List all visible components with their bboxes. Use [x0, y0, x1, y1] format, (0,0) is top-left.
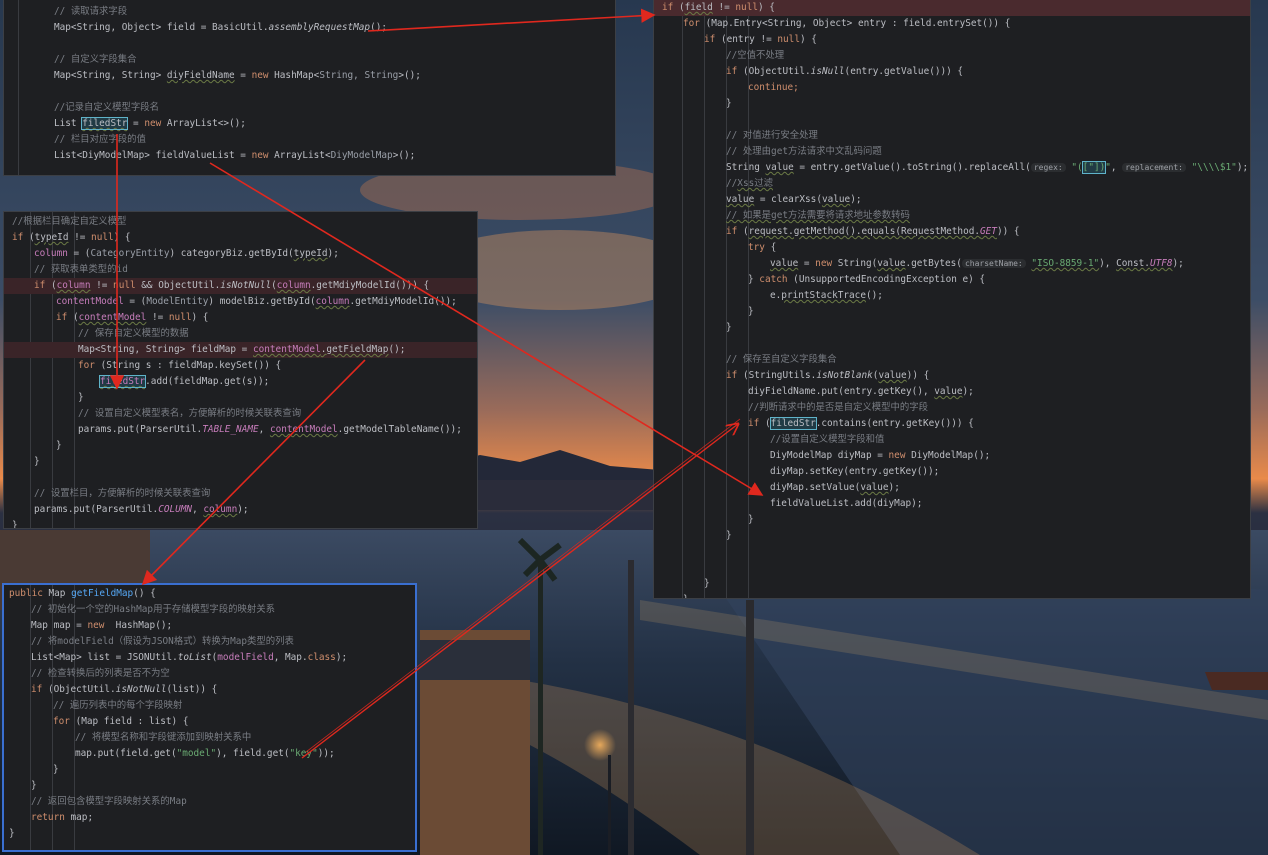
- code-panel-model-lookup: //根据栏目确定自定义模型 if (typeId != null) { colu…: [4, 212, 477, 528]
- code-line: // 将modelField（假设为JSON格式）转换为Map类型的列表: [31, 636, 294, 647]
- code-line: }: [748, 306, 754, 317]
- code-line: List<DiyModelMap> fieldValueList = new A…: [54, 150, 416, 161]
- code-line: // 初始化一个空的HashMap用于存储模型字段的映射关系: [31, 604, 275, 615]
- code-line: if (request.getMethod().equals(RequestMe…: [726, 226, 1020, 237]
- code-line: // 返回包含模型字段映射关系的Map: [31, 796, 187, 807]
- param-hint: replacement:: [1122, 163, 1186, 172]
- code-line: // 对值进行安全处理: [726, 130, 818, 141]
- code-line: if (filedStr.contains(entry.getKey())) {: [748, 417, 974, 430]
- code-line: diyMap.setValue(value);: [770, 482, 900, 493]
- code-line: }: [56, 440, 62, 451]
- filedstr-highlight[interactable]: filedStr: [98, 375, 147, 388]
- code-line: }: [9, 828, 15, 839]
- code-panel-field-loop: if (field != null) { for (Map.Entry<Stri…: [654, 0, 1250, 598]
- code-line: } catch (UnsupportedEncodingException e)…: [748, 274, 986, 285]
- filedstr-highlight[interactable]: filedStr: [769, 417, 817, 430]
- code-line: String value = entry.getValue().toString…: [726, 161, 1249, 174]
- code-line: if (typeId != null) {: [12, 232, 131, 243]
- code-line: try {: [748, 242, 777, 253]
- code-line: public Map getFieldMap() {: [9, 588, 156, 599]
- code-line-highlighted: if (column != null && ObjectUtil.isNotNu…: [4, 278, 477, 294]
- code-line: // 读取请求字段: [54, 6, 128, 17]
- code-line: // 处理由get方法请求中文乱码问题: [726, 146, 882, 157]
- code-line: if (StringUtils.isNotBlank(value)) {: [726, 370, 930, 381]
- code-line: }: [726, 98, 732, 109]
- code-line: }: [748, 514, 754, 525]
- code-line: // 保存自定义模型的数据: [78, 328, 189, 339]
- code-line: map.put(field.get("model"), field.get("k…: [75, 748, 335, 759]
- code-line: // 获取表单类型的id: [34, 264, 128, 275]
- code-line: contentModel = (ModelEntity) modelBiz.ge…: [56, 296, 457, 307]
- code-line-highlighted: if (field != null) {: [654, 0, 1250, 16]
- code-line: //设置自定义模型字段和值: [770, 434, 885, 445]
- code-line: fieldValueList.add(diyMap);: [770, 498, 923, 509]
- code-line: }: [704, 578, 710, 589]
- code-line: }: [78, 392, 84, 403]
- code-line: }: [726, 530, 732, 541]
- code-line: }: [662, 592, 1250, 598]
- code-line: e.printStackTrace();: [770, 290, 883, 301]
- code-line: // 如果是get方法需要将请求地址参数转码: [726, 210, 910, 221]
- code-line: continue;: [748, 82, 799, 93]
- code-line: // 将模型名称和字段键添加到映射关系中: [75, 732, 252, 743]
- code-line-highlighted: Map<String, String> fieldMap = contentMo…: [4, 342, 477, 358]
- code-panel-declarations: // 读取请求字段 Map<String, Object> field = Ba…: [4, 0, 615, 175]
- code-line: //判断请求中的是否是自定义模型中的字段: [748, 402, 929, 413]
- code-line: diyFieldName.put(entry.getKey(), value);: [748, 386, 974, 397]
- code-line: // 检查转换后的列表是否不为空: [31, 668, 170, 679]
- code-panel-getfieldmap: public Map getFieldMap() { // 初始化一个空的Has…: [4, 585, 415, 850]
- code-line: DiyModelMap diyMap = new DiyModelMap();: [770, 450, 991, 461]
- code-line: }: [53, 764, 59, 775]
- code-line: // 自定义字段集合: [54, 54, 137, 65]
- code-line: // 遍历列表中的每个字段映射: [53, 700, 183, 711]
- code-line: Map<String, Object> field = BasicUtil.as…: [54, 22, 388, 33]
- code-line: if (ObjectUtil.isNull(entry.getValue()))…: [726, 66, 964, 77]
- code-line: // 保存至自定义字段集合: [726, 354, 837, 365]
- param-hint: charsetName:: [961, 259, 1026, 268]
- code-line: Map<String, String> diyFieldName = new H…: [54, 70, 421, 81]
- code-line: // 栏目对应字段的值: [54, 134, 146, 145]
- code-line: if (contentModel != null) {: [56, 312, 209, 323]
- code-line: }: [31, 780, 37, 791]
- code-line: Map map = new HashMap();: [31, 620, 173, 631]
- code-line: //记录自定义模型字段名: [54, 102, 160, 113]
- code-line: column = (CategoryEntity) categoryBiz.ge…: [34, 248, 339, 259]
- code-line: filedStr.add(fieldMap.get(s));: [98, 375, 270, 388]
- filedstr-highlight[interactable]: filedStr: [81, 117, 129, 130]
- code-line: for (Map.Entry<String, Object> entry : f…: [683, 18, 1011, 29]
- code-line: List<Map> list = JSONUtil.toList(modelFi…: [31, 652, 348, 663]
- code-line: }: [726, 322, 732, 333]
- code-line: }: [34, 456, 40, 467]
- code-line: //根据栏目确定自定义模型: [12, 216, 127, 227]
- code-line: // 设置栏目，方便解析的时候关联表查询: [34, 488, 211, 499]
- code-line: params.put(ParserUtil.COLUMN, column);: [34, 504, 249, 515]
- code-line: for (String s : fieldMap.keySet()) {: [78, 360, 282, 371]
- code-line: if (ObjectUtil.isNotNull(list)) {: [31, 684, 218, 695]
- code-line: params.put(ParserUtil.TABLE_NAME, conten…: [78, 424, 462, 435]
- code-line: //Xss过滤: [726, 178, 773, 189]
- code-line: value = new String(value.getBytes(charse…: [770, 258, 1184, 269]
- code-line: if (entry != null) {: [704, 34, 817, 45]
- code-line: return map;: [31, 812, 94, 823]
- code-line: for (Map field : list) {: [53, 716, 189, 727]
- code-line: //空值不处理: [726, 50, 785, 61]
- code-line: }: [12, 520, 18, 528]
- code-line: value = clearXss(value);: [726, 194, 862, 205]
- param-hint: regex:: [1030, 163, 1066, 172]
- code-line: diyMap.setKey(entry.getKey());: [770, 466, 940, 477]
- code-line: List filedStr = new ArrayList<>();: [54, 117, 246, 130]
- code-line: // 设置自定义模型表名，方便解析的时候关联表查询: [78, 408, 302, 419]
